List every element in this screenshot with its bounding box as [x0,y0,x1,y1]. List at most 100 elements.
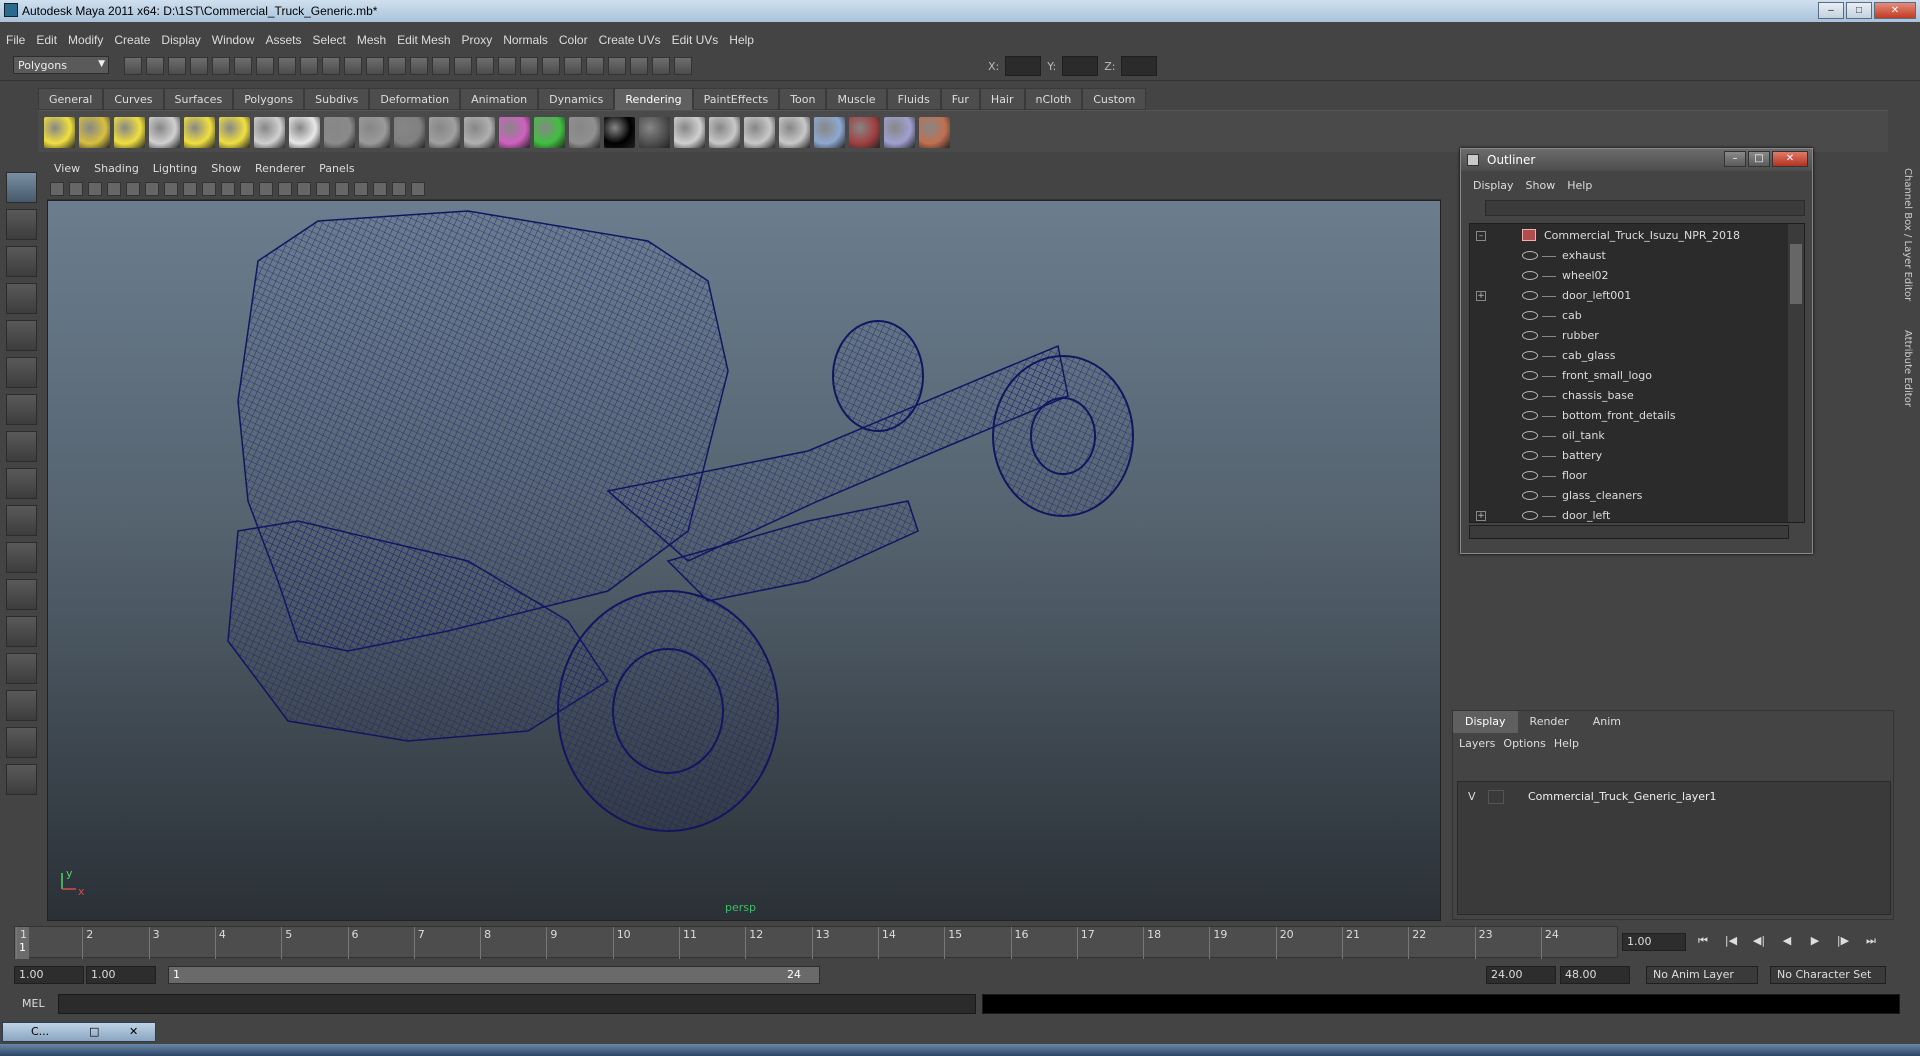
z-field[interactable] [1121,56,1158,76]
safe-action-icon[interactable] [221,182,235,196]
expand-icon[interactable]: + [1476,511,1486,521]
outliner-menu-show[interactable]: Show [1522,179,1564,192]
viewport-menu-view[interactable]: View [47,160,87,175]
shelf-render-tool-icon[interactable] [289,117,320,148]
shelf-tab[interactable]: General [38,88,104,110]
playback-start-field[interactable]: 1.00 [86,966,156,984]
viewport-menu-shading[interactable]: Shading [87,160,146,175]
outliner-item[interactable]: cab [1470,306,1790,326]
menu-edit-mesh[interactable]: Edit Mesh [391,31,455,47]
shelf-tab[interactable]: PaintEffects [692,88,780,110]
image-plane-icon[interactable] [107,182,121,196]
outliner-titlebar[interactable]: Outliner – □ ✕ [1461,149,1812,171]
paint-select-icon[interactable] [6,246,37,277]
menu-modify[interactable]: Modify [62,31,108,47]
shelf-render-tool-icon[interactable] [114,117,145,148]
viewport-menu-renderer[interactable]: Renderer [248,160,312,175]
menu-color[interactable]: Color [553,31,593,47]
xray-icon[interactable] [392,182,406,196]
shelf-render-tool-icon[interactable] [394,117,425,148]
outliner-item[interactable]: + door_left001 [1470,286,1790,306]
layer-menu-options[interactable]: Options [1503,737,1553,750]
command-input[interactable] [58,994,976,1014]
gate-mask-icon[interactable] [183,182,197,196]
scrollbar-thumb[interactable] [1790,244,1802,304]
menu-create-uvs[interactable]: Create UVs [593,31,666,47]
outliner-item[interactable]: exhaust [1470,246,1790,266]
shelf-render-tool-icon[interactable] [534,117,565,148]
shelf-render-tool-icon[interactable] [149,117,180,148]
menu-help[interactable]: Help [723,31,759,47]
layer-tab-render[interactable]: Render [1518,711,1581,733]
outliner-layout-icon[interactable] [6,727,37,758]
shelf-render-tool-icon[interactable] [429,117,460,148]
shelf-render-tool-icon[interactable] [639,117,670,148]
layer-type-toggle[interactable] [1488,790,1504,804]
menu-proxy[interactable]: Proxy [456,31,498,47]
outliner-toggle-icon[interactable] [652,57,670,75]
render-view-icon[interactable] [542,57,560,75]
select-tool-icon[interactable] [6,172,37,203]
hypershade-icon[interactable] [520,57,538,75]
outliner-menu-display[interactable]: Display [1469,179,1522,192]
scale-tool-icon[interactable] [6,357,37,388]
go-to-start-icon[interactable]: ⏮ [1694,934,1712,950]
safe-title-icon[interactable] [240,182,254,196]
animation-end-field[interactable]: 48.00 [1560,966,1630,984]
shelf-render-tool-icon[interactable] [464,117,495,148]
isolate-select-icon[interactable] [373,182,387,196]
outliner-horizontal-scrollbar[interactable] [1469,525,1789,539]
attribute-editor-tab[interactable]: Attribute Editor [1902,330,1913,407]
shelf-tab[interactable]: Surfaces [163,88,234,110]
close-button[interactable]: ✕ [1874,2,1916,19]
shelf-tab[interactable]: Fluids [886,88,941,110]
xray-joints-icon[interactable] [411,182,425,196]
menu-file[interactable]: File [0,31,30,47]
shelf-render-tool-icon[interactable] [254,117,285,148]
shelf-tab[interactable]: Toon [779,88,827,110]
shelf-tab[interactable]: Deformation [369,88,461,110]
play-backwards-icon[interactable]: ◀ [1778,934,1796,950]
layer-menu-layers[interactable]: Layers [1459,737,1503,750]
outliner-filter-field[interactable] [1485,200,1805,216]
help-icon[interactable] [388,57,406,75]
x-field[interactable] [1005,56,1042,76]
ipr-render-icon[interactable] [476,57,494,75]
outliner-item[interactable]: battery [1470,446,1790,466]
range-slider-bar[interactable]: 1 24 [168,966,820,984]
outliner-item[interactable]: + door_left [1470,506,1790,522]
outliner-menu-help[interactable]: Help [1563,179,1600,192]
menu-normals[interactable]: Normals [497,31,553,47]
layer-visibility-toggle[interactable]: V [1468,790,1476,803]
character-set-dropdown[interactable]: No Character Set [1770,966,1886,984]
layer-row[interactable]: V Commercial_Truck_Generic_layer1 [1458,788,1890,808]
select-component-icon[interactable] [234,57,252,75]
graph-editor-icon[interactable] [564,57,582,75]
render-settings-icon[interactable] [498,57,516,75]
save-scene-icon[interactable] [168,57,186,75]
shelf-render-tool-icon[interactable] [604,117,635,148]
resolution-gate-icon[interactable] [164,182,178,196]
menu-select[interactable]: Select [306,31,350,47]
snap-point-icon[interactable] [300,57,318,75]
shelf-render-tool-icon[interactable] [184,117,215,148]
open-scene-icon[interactable] [146,57,164,75]
shelf-render-tool-icon[interactable] [884,117,915,148]
custom-layout-icon[interactable] [6,764,37,795]
use-all-lights-icon[interactable] [335,182,349,196]
camera-attributes-icon[interactable] [69,182,83,196]
film-gate-icon[interactable] [145,182,159,196]
tool-settings-icon[interactable] [630,57,648,75]
persp-outliner-layout-icon[interactable] [6,616,37,647]
show-manipulator-icon[interactable] [6,468,37,499]
shelf-render-tool-icon[interactable] [814,117,845,148]
field-chart-icon[interactable] [202,182,216,196]
shelf-render-tool-icon[interactable] [219,117,250,148]
shelf-render-tool-icon[interactable] [324,117,355,148]
step-forward-frame-icon[interactable]: |▶ [1834,934,1852,950]
channel-box-icon[interactable] [586,57,604,75]
persp-hypershade-layout-icon[interactable] [6,690,37,721]
shelf-tab-rendering[interactable]: Rendering [614,88,693,110]
shelf-render-tool-icon[interactable] [744,117,775,148]
shelf-tab[interactable]: Custom [1082,88,1147,110]
